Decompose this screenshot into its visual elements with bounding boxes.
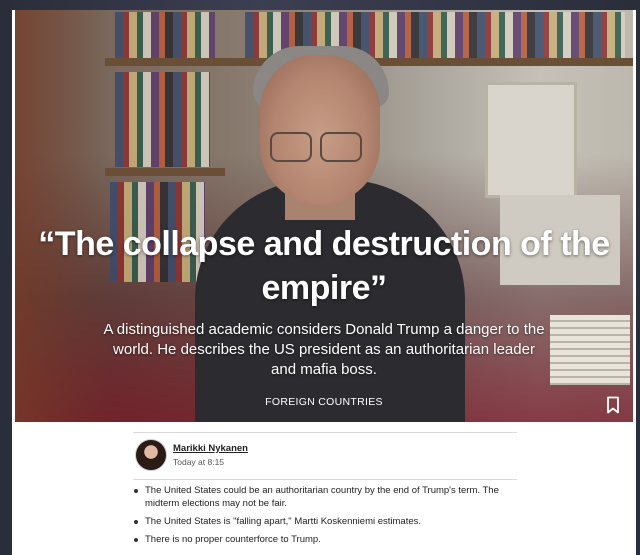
bookshelf-books — [115, 72, 210, 167]
summary-item: There is no proper counterforce to Trump… — [133, 533, 533, 546]
summary-item: The United States is "falling apart," Ma… — [133, 515, 533, 528]
person-head — [260, 55, 380, 205]
article-headline: “The collapse and destruction of the emp… — [38, 225, 610, 307]
paper-stack — [550, 315, 630, 385]
article-lede: A distinguished academic considers Donal… — [103, 321, 545, 378]
publish-time: Today at 8:15 — [173, 457, 225, 467]
bookshelf-shelf — [105, 168, 225, 176]
foreground-blur — [15, 10, 110, 422]
bookmark-icon[interactable] — [605, 396, 621, 414]
author-name-link[interactable]: Marikki Nykanen — [173, 443, 248, 454]
background-door — [485, 82, 577, 198]
article: “The collapse and destruction of the emp… — [12, 10, 636, 555]
glasses-right-lens — [320, 132, 362, 162]
category-label[interactable]: FOREIGN COUNTRIES — [15, 396, 633, 408]
byline: Marikki Nykanen Today at 8:15 — [133, 432, 517, 480]
summary-list: The United States could be an authoritar… — [133, 484, 533, 551]
author-avatar — [135, 439, 167, 471]
summary-item: The United States could be an authoritar… — [133, 484, 533, 510]
bookshelf-books — [115, 12, 215, 58]
glasses-left-lens — [270, 132, 312, 162]
hero-image: “The collapse and destruction of the emp… — [15, 10, 633, 422]
